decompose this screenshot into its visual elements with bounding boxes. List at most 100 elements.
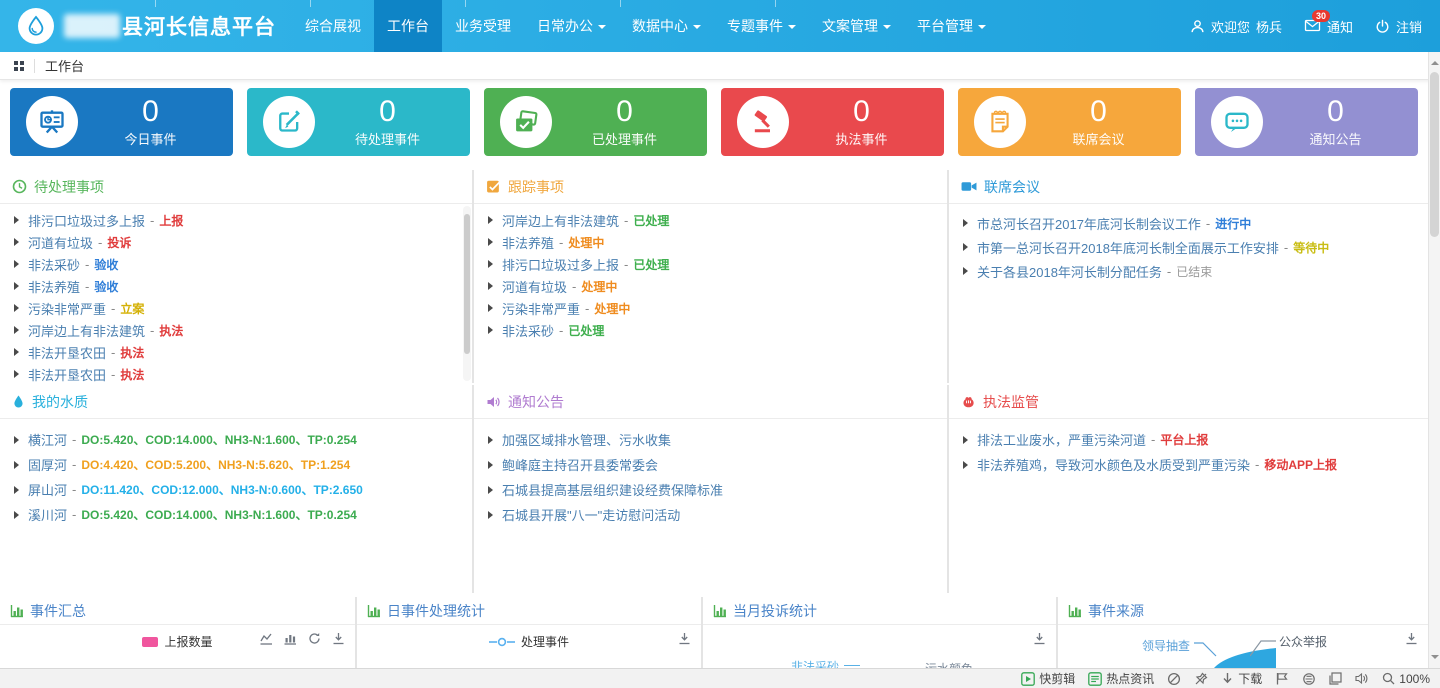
list-item[interactable]: 河岸边上有非法建筑-执法	[14, 319, 458, 341]
list-item[interactable]: 石城县提高基层组织建设经费保障标准	[488, 477, 933, 502]
item-text: 河道有垃圾	[28, 233, 93, 252]
list-item[interactable]: 固厚河-DO:4.420、COD:5.200、NH3-N:5.620、TP:1.…	[14, 452, 458, 477]
list-item[interactable]: 非法养殖-验收	[14, 275, 458, 297]
download-icon[interactable]	[678, 632, 691, 645]
menu-item-daily-office[interactable]: 日常办公	[524, 0, 619, 52]
pin-button[interactable]	[1194, 672, 1208, 686]
card-pending-events[interactable]: 0 待处理事件	[247, 88, 470, 156]
list-item[interactable]: 非法养殖鸡，导致河水颜色及水质受到严重污染-移动APP上报	[963, 452, 1414, 477]
menu-item-business[interactable]: 业务受理	[442, 0, 524, 52]
water-metrics: DO:5.420、COD:14.000、NH3-N:1.600、TP:0.254	[81, 506, 356, 523]
card-processed-events[interactable]: 0 已处理事件	[484, 88, 707, 156]
card-notices[interactable]: 0 通知公告	[1195, 88, 1418, 156]
feedback-button[interactable]	[1275, 672, 1289, 685]
status-badge: 处理中	[594, 300, 630, 317]
list-item[interactable]: 河道有垃圾-投诉	[14, 231, 458, 253]
list-item[interactable]: 非法采砂-验收	[14, 253, 458, 275]
card-today-events[interactable]: 0 今日事件	[10, 88, 233, 156]
card-enforcement-events[interactable]: 0 执法事件	[721, 88, 944, 156]
grid-icon[interactable]	[14, 61, 24, 71]
list-item[interactable]: 非法开垦农田-执法	[14, 363, 458, 383]
scroll-down-arrow-icon[interactable]	[1431, 655, 1439, 663]
item-dash: -	[1206, 216, 1210, 231]
menu-item-platform-admin[interactable]: 平台管理	[904, 0, 999, 52]
power-icon	[1375, 19, 1390, 34]
panel-header: 执法监管	[949, 385, 1428, 419]
menu-item-data-center[interactable]: 数据中心	[619, 0, 714, 52]
arrow-right-icon	[488, 260, 493, 268]
download-icon[interactable]	[332, 632, 345, 645]
list-item[interactable]: 排污口垃圾过多上报-上报	[14, 209, 458, 231]
water-metrics: DO:5.420、COD:14.000、NH3-N:1.600、TP:0.254	[81, 431, 356, 448]
download-button[interactable]: 下载	[1221, 670, 1262, 687]
list-item[interactable]: 加强区域排水管理、污水收集	[488, 427, 933, 452]
legend-processed-events[interactable]: 处理事件	[357, 633, 701, 650]
menu-label: 业务受理	[455, 16, 511, 36]
list-item[interactable]: 溪川河-DO:5.420、COD:14.000、NH3-N:1.600、TP:0…	[14, 502, 458, 527]
chart-daily-processing: 日事件处理统计 处理事件	[357, 597, 701, 668]
quick-edit-button[interactable]: 快剪辑	[1021, 670, 1075, 687]
list-item[interactable]: 非法开垦农田-执法	[14, 341, 458, 363]
sound-button[interactable]	[1355, 672, 1369, 685]
accelerator-button[interactable]	[1167, 672, 1181, 686]
notice-button[interactable]: 30 通知	[1304, 17, 1353, 36]
list-item[interactable]: 排污口垃圾过多上报-已处理	[488, 253, 933, 275]
menu-item-special-events[interactable]: 专题事件	[714, 0, 809, 52]
page-scrollbar[interactable]	[1428, 52, 1440, 668]
list-item[interactable]: 屏山河-DO:11.420、COD:12.000、NH3-N:0.600、TP:…	[14, 477, 458, 502]
chart-event-summary: 事件汇总 上报数量	[0, 597, 355, 668]
panel-pending-items: 待处理事项 排污口垃圾过多上报-上报 河道有垃圾-投诉 非法采砂-验收 非法养殖…	[0, 170, 472, 383]
gavel-icon	[737, 96, 789, 148]
list-item[interactable]: 横江河-DO:5.420、COD:14.000、NH3-N:1.600、TP:0…	[14, 427, 458, 452]
list-item[interactable]: 鲍峰庭主持召开县委常委会	[488, 452, 933, 477]
compat-mode-button[interactable]	[1302, 672, 1316, 686]
scrollbar-thumb[interactable]	[1430, 72, 1439, 237]
menu-item-documents[interactable]: 文案管理	[809, 0, 904, 52]
bar-type-icon[interactable]	[284, 632, 297, 645]
list-item[interactable]: 非法养殖-处理中	[488, 231, 933, 253]
legend-swatch	[142, 637, 158, 647]
list-item[interactable]: 河岸边上有非法建筑-已处理	[488, 209, 933, 231]
item-dash: -	[150, 323, 154, 338]
news-icon	[1088, 672, 1102, 686]
refresh-icon[interactable]	[308, 632, 321, 645]
line-type-icon[interactable]	[260, 632, 273, 645]
status-badge: 验收	[94, 256, 118, 273]
list-item[interactable]: 排法工业废水，严重污染河道-平台上报	[963, 427, 1414, 452]
panel-my-water-quality: 我的水质 横江河-DO:5.420、COD:14.000、NH3-N:1.600…	[0, 385, 472, 593]
card-joint-meetings[interactable]: 0 联席会议	[958, 88, 1181, 156]
list-item[interactable]: 河道有垃圾-处理中	[488, 275, 933, 297]
scrollbar-thumb[interactable]	[464, 214, 470, 354]
list-item[interactable]: 非法采砂-已处理	[488, 319, 933, 341]
menu-item-overview[interactable]: 综合展视	[292, 0, 374, 52]
list-item[interactable]: 污染非常严重-处理中	[488, 297, 933, 319]
caret-down-icon	[978, 25, 986, 33]
user-welcome[interactable]: 欢迎您 杨兵	[1190, 17, 1282, 36]
water-drop-icon	[12, 394, 25, 409]
list-item[interactable]: 市第一总河长召开2018年底河长制全面展示工作安排-等待中	[963, 235, 1414, 259]
caret-down-icon	[883, 25, 891, 33]
item-text: 河岸边上有非法建筑	[28, 321, 145, 340]
panel-scrollbar[interactable]	[463, 206, 471, 381]
logout-button[interactable]: 注销	[1375, 17, 1422, 36]
list-item[interactable]: 石城县开展"八一"走访慰问活动	[488, 502, 933, 527]
processed-icon	[500, 96, 552, 148]
list-item[interactable]: 市总河长召开2017年底河长制会议工作-进行中	[963, 211, 1414, 235]
arrow-right-icon	[963, 267, 968, 275]
hot-news-button[interactable]: 热点资讯	[1088, 670, 1154, 687]
chart-body: 处理事件	[357, 625, 701, 668]
list-item[interactable]: 关于各县2018年河长制分配任务-已结束	[963, 259, 1414, 283]
panel-body: 河岸边上有非法建筑-已处理 非法养殖-处理中 排污口垃圾过多上报-已处理 河道有…	[474, 204, 947, 341]
download-icon[interactable]	[1405, 632, 1418, 645]
status-badge: 已处理	[633, 212, 669, 229]
menu-item-workbench[interactable]: 工作台	[374, 0, 442, 52]
list-item[interactable]: 污染非常严重-立案	[14, 297, 458, 319]
item-text: 市第一总河长召开2018年底河长制全面展示工作安排	[977, 238, 1279, 257]
download-icon[interactable]	[1033, 632, 1046, 645]
panel-body: 横江河-DO:5.420、COD:14.000、NH3-N:1.600、TP:0…	[0, 419, 472, 527]
multi-window-button[interactable]	[1329, 672, 1342, 685]
panel-body: 加强区域排水管理、污水收集 鲍峰庭主持召开县委常委会 石城县提高基层组织建设经费…	[474, 419, 947, 527]
zoom-control[interactable]: 100%	[1382, 672, 1430, 686]
scroll-up-arrow-icon[interactable]	[1431, 57, 1439, 65]
chart-header: 事件来源	[1058, 597, 1428, 625]
